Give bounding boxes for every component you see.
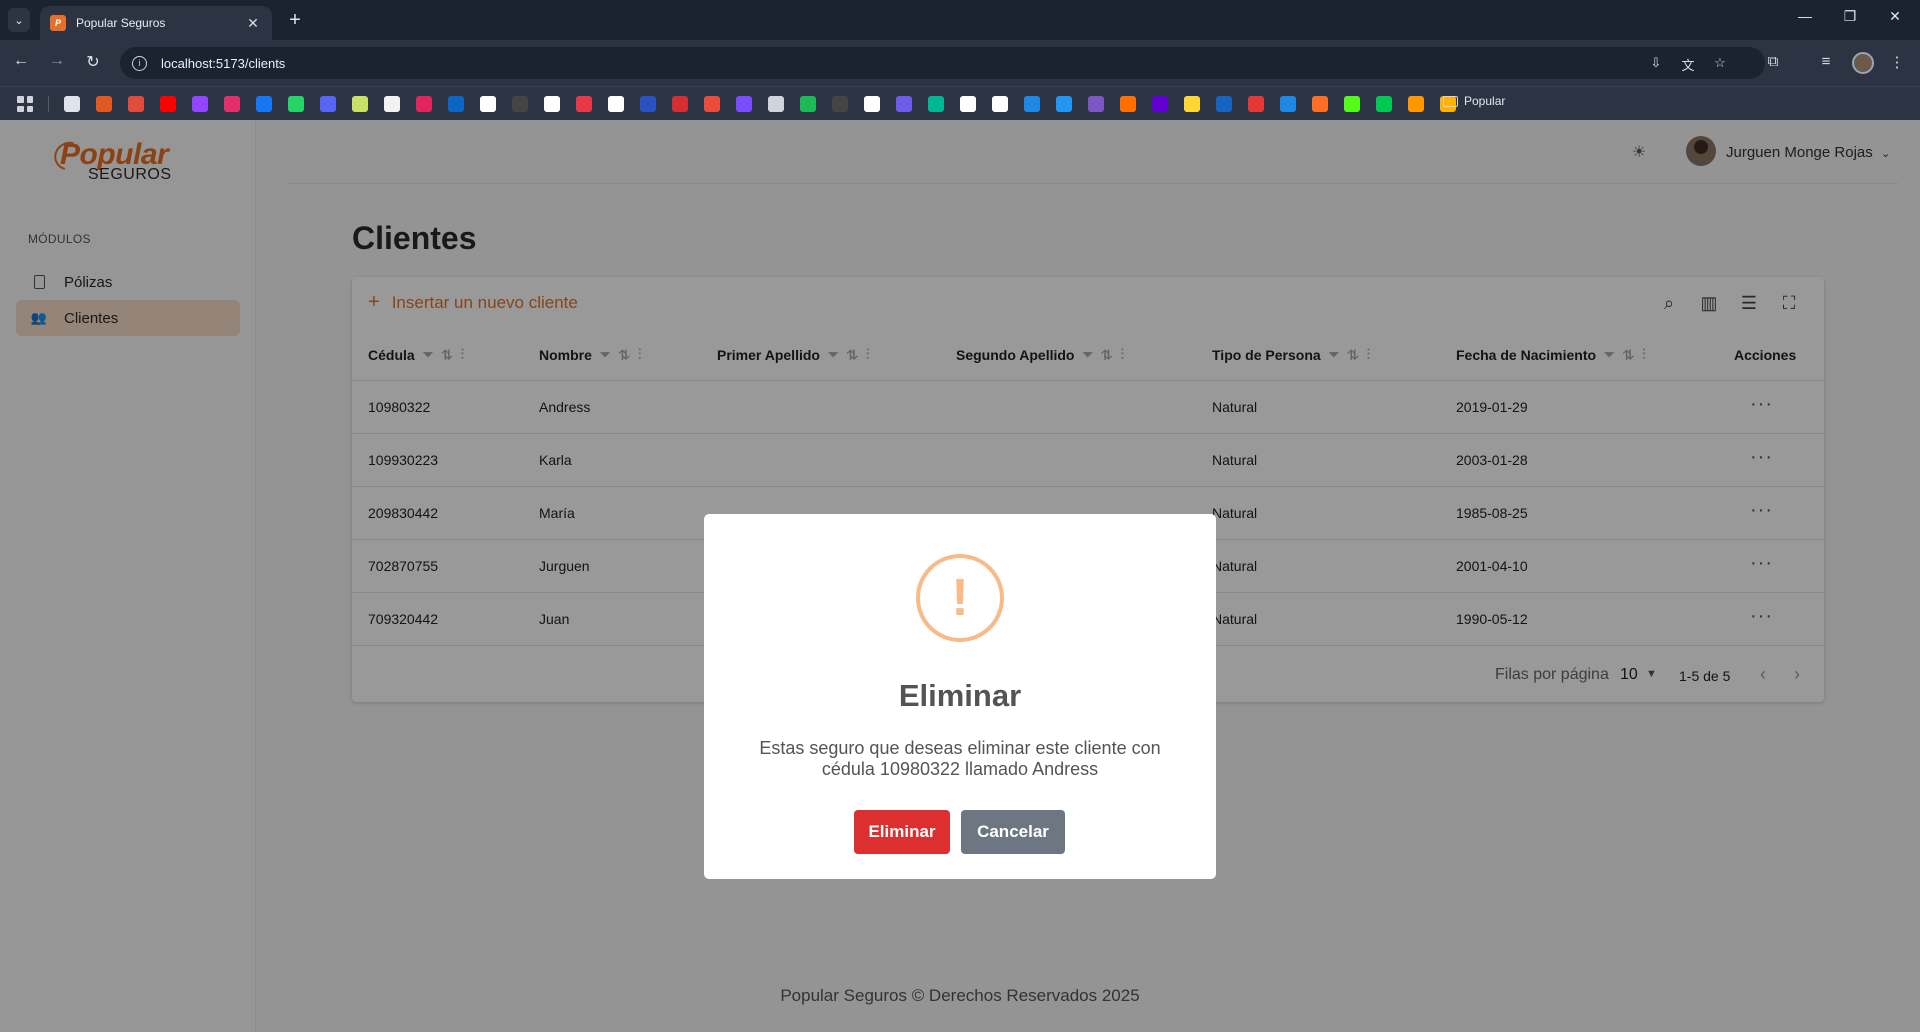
bookmark-icon[interactable] xyxy=(128,96,144,112)
back-icon[interactable]: ← xyxy=(10,52,32,70)
modal-backdrop[interactable]: ! Eliminar Estas seguro que deseas elimi… xyxy=(0,120,1920,1032)
bookmark-icon[interactable] xyxy=(768,96,784,112)
tab-search-icon[interactable]: ⌄ xyxy=(8,8,30,32)
profile-avatar[interactable] xyxy=(1852,52,1874,74)
bookmark-icon[interactable] xyxy=(1376,96,1392,112)
reload-icon[interactable]: ↻ xyxy=(82,52,104,72)
bookmark-icon[interactable] xyxy=(512,96,528,112)
bookmark-icon[interactable] xyxy=(1216,96,1232,112)
apps-grid-icon[interactable] xyxy=(17,96,33,112)
bookmark-icon[interactable] xyxy=(640,96,656,112)
window-close-icon[interactable]: ✕ xyxy=(1880,8,1910,25)
bookmark-icon[interactable] xyxy=(384,96,400,112)
bookmark-icon[interactable] xyxy=(480,96,496,112)
omnibox[interactable]: i localhost:5173/clients ⇩ 文 ☆ xyxy=(120,47,1765,79)
forward-icon[interactable]: → xyxy=(46,52,68,70)
bookmark-icon[interactable] xyxy=(1056,96,1072,112)
bookmark-icon[interactable] xyxy=(160,96,176,112)
bookmarks-bar: Popular xyxy=(0,86,1920,120)
bookmark-folder-popular[interactable]: Popular xyxy=(1443,94,1505,108)
bookmark-icon[interactable] xyxy=(1120,96,1136,112)
bookmark-icon[interactable] xyxy=(1280,96,1296,112)
bookmark-icon[interactable] xyxy=(64,96,80,112)
new-tab-icon[interactable]: + xyxy=(282,8,308,34)
bookmark-icon[interactable] xyxy=(256,96,272,112)
bookmark-icon[interactable] xyxy=(608,96,624,112)
bookmark-icon[interactable] xyxy=(736,96,752,112)
bookmark-icon[interactable] xyxy=(992,96,1008,112)
bookmark-icon[interactable] xyxy=(960,96,976,112)
media-icon[interactable]: ≡ xyxy=(1815,53,1837,70)
warning-icon: ! xyxy=(916,554,1004,642)
bookmark-icon[interactable] xyxy=(1152,96,1168,112)
bookmark-icon[interactable] xyxy=(288,96,304,112)
bookmark-icon[interactable] xyxy=(544,96,560,112)
bookmark-icon[interactable] xyxy=(320,96,336,112)
tab-title: Popular Seguros xyxy=(76,16,166,30)
bookmark-icon[interactable] xyxy=(1408,96,1424,112)
bookmark-icon[interactable] xyxy=(928,96,944,112)
dialog-title: Eliminar xyxy=(898,678,1022,713)
confirm-delete-button[interactable]: Eliminar xyxy=(854,810,950,854)
bookmark-icon[interactable] xyxy=(1312,96,1328,112)
bookmark-icon[interactable] xyxy=(1088,96,1104,112)
site-info-icon[interactable]: i xyxy=(132,55,147,71)
bookmark-icon[interactable] xyxy=(1184,96,1200,112)
restore-icon[interactable]: ❐ xyxy=(1835,8,1865,25)
address-bar-row: ← → ↻ i localhost:5173/clients ⇩ 文 ☆ ⧉ ≡… xyxy=(0,40,1920,86)
tab-close-icon[interactable]: ✕ xyxy=(244,15,262,32)
bookmark-icon[interactable] xyxy=(1248,96,1264,112)
bookmark-icon[interactable] xyxy=(224,96,240,112)
install-app-icon[interactable]: ⇩ xyxy=(1647,55,1665,71)
bookmark-icon[interactable] xyxy=(864,96,880,112)
bookmark-icon[interactable] xyxy=(576,96,592,112)
bookmark-icon[interactable] xyxy=(832,96,848,112)
cancel-button[interactable]: Cancelar xyxy=(961,810,1065,854)
browser-tab[interactable]: P Popular Seguros ✕ xyxy=(40,6,272,40)
bookmark-icon[interactable] xyxy=(448,96,464,112)
bookmark-icon[interactable] xyxy=(96,96,112,112)
popular-favicon-icon: P xyxy=(50,15,66,31)
bookmark-icon[interactable] xyxy=(1024,96,1040,112)
minimize-icon[interactable]: — xyxy=(1790,8,1820,24)
bookmark-icon[interactable] xyxy=(416,96,432,112)
delete-confirm-dialog: ! Eliminar Estas seguro que deseas elimi… xyxy=(704,514,1216,879)
bookmark-icon[interactable] xyxy=(800,96,816,112)
dialog-message: Estas seguro que deseas eliminar este cl… xyxy=(759,738,1161,779)
extensions-icon[interactable]: ⧉ xyxy=(1762,53,1784,70)
browser-menu-icon[interactable]: ⋮ xyxy=(1886,53,1908,71)
bookmark-icon[interactable] xyxy=(704,96,720,112)
bookmarks-separator xyxy=(48,96,49,112)
bookmark-icon[interactable] xyxy=(1344,96,1360,112)
url-text[interactable]: localhost:5173/clients xyxy=(161,56,285,71)
bookmark-icon[interactable] xyxy=(192,96,208,112)
folder-icon xyxy=(1443,95,1458,107)
bookmark-icon[interactable] xyxy=(352,96,368,112)
bookmark-icon[interactable] xyxy=(672,96,688,112)
bookmark-icon[interactable] xyxy=(896,96,912,112)
bookmark-star-icon[interactable]: ☆ xyxy=(1711,55,1729,71)
translate-icon[interactable]: 文 xyxy=(1679,55,1697,73)
bookmark-folder-label: Popular xyxy=(1464,94,1506,108)
browser-tab-strip: ⌄ P Popular Seguros ✕ + — ❐ ✕ xyxy=(0,0,1920,40)
